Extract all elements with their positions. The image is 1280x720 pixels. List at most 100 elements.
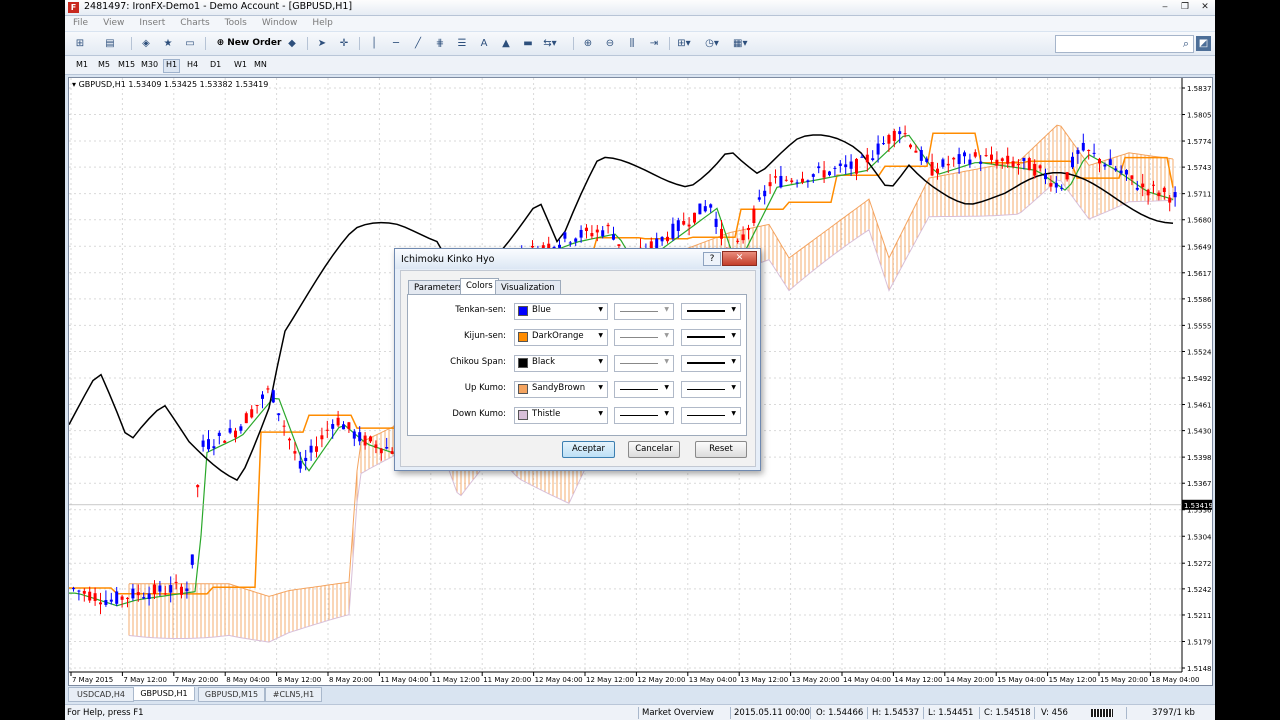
expert-advisors-icon[interactable]: ◆ <box>285 36 299 51</box>
candle-body <box>747 227 750 231</box>
candle-body <box>606 224 610 227</box>
chikou-span-color-select[interactable]: Black ▼ <box>514 355 608 372</box>
menu-item-window[interactable]: Window <box>262 16 298 31</box>
indicators-icon[interactable]: ⊞▾ <box>677 36 691 51</box>
price-tick-label: 1.55550 <box>1187 322 1212 330</box>
up-kumo-color-select[interactable]: SandyBrown ▼ <box>514 381 608 398</box>
arrows-icon[interactable]: ▬ <box>521 36 535 51</box>
terminal-icon[interactable]: ▭ <box>183 36 197 51</box>
candle-body <box>1103 164 1107 167</box>
down-kumo-style-select[interactable]: ▼ <box>614 407 674 424</box>
close-button[interactable]: ✕ <box>1198 1 1212 13</box>
minimize-button[interactable]: ‒ <box>1158 1 1172 13</box>
candle-body <box>212 446 216 449</box>
new-chart-icon[interactable]: ⊞ <box>73 36 87 51</box>
down-kumo-color-select[interactable]: Thistle ▼ <box>514 407 608 424</box>
kijun-sen-style-select[interactable]: ▼ <box>614 329 674 346</box>
menu-item-insert[interactable]: Insert <box>139 16 165 31</box>
profiles-icon[interactable]: ▤ <box>103 36 117 51</box>
dialog-help-button[interactable]: ? <box>703 252 721 266</box>
time-tick-label: 11 May 20:00 <box>483 676 531 684</box>
candle-body <box>703 206 707 212</box>
chart-shift-icon[interactable]: ⇥ <box>647 36 661 51</box>
shapes-dropdown-icon[interactable]: ⇆▾ <box>543 36 557 51</box>
time-tick-label: 14 May 12:00 <box>894 676 942 684</box>
ok-button[interactable]: Aceptar <box>562 441 615 458</box>
community-icon[interactable]: ◩ <box>1196 36 1211 51</box>
time-tick-label: 8 May 12:00 <box>278 676 322 684</box>
dialog-close-button[interactable]: ✕ <box>722 251 757 266</box>
timeframe-h4[interactable]: H4 <box>185 59 200 71</box>
up-kumo-label: Up Kumo: <box>464 383 506 393</box>
tenkan-sen-width-select[interactable]: ▼ <box>681 303 741 320</box>
timeframe-h1[interactable]: H1 <box>163 59 181 73</box>
time-tick-label: 11 May 04:00 <box>380 676 428 684</box>
timeframe-mn[interactable]: MN <box>252 59 269 71</box>
chikou-span-style-select[interactable]: ▼ <box>614 355 674 372</box>
cursor-icon[interactable]: ➤ <box>315 36 329 51</box>
trendline-icon[interactable]: ╱ <box>411 36 425 51</box>
text-icon[interactable]: A <box>477 36 491 51</box>
cancel-button[interactable]: Cancelar <box>628 441 680 458</box>
dialog-title-bar[interactable]: Ichimoku Kinko Hyo ? ✕ <box>395 249 760 269</box>
search-input[interactable]: ⌕ <box>1055 35 1194 53</box>
title-bar[interactable]: F 2481497: IronFX-Demo1 - Demo Account -… <box>65 0 1215 16</box>
candle-body <box>1130 175 1134 179</box>
menu-item-view[interactable]: View <box>103 16 124 31</box>
text-label-icon[interactable]: ▲ <box>499 36 513 51</box>
tenkan-sen-color-select[interactable]: Blue ▼ <box>514 303 608 320</box>
chart-tab[interactable]: GBPUSD,M15 <box>198 687 265 702</box>
up-kumo-width-select[interactable]: ▼ <box>681 381 741 398</box>
tab-visualization[interactable]: Visualization <box>495 280 561 295</box>
tile-windows-icon[interactable]: ⫼ <box>625 36 639 51</box>
candle-body <box>860 156 864 158</box>
tenkan-sen-style-select[interactable]: ▼ <box>614 303 674 320</box>
navigator-icon[interactable]: ★ <box>161 36 175 51</box>
fibonacci-icon[interactable]: ☰ <box>455 36 469 51</box>
vertical-line-icon[interactable]: │ <box>367 36 381 51</box>
zoom-in-icon[interactable]: ⊕ <box>581 36 595 51</box>
periods-icon[interactable]: ◷▾ <box>705 36 719 51</box>
kijun-sen-width-select[interactable]: ▼ <box>681 329 741 346</box>
crosshair-icon[interactable]: ✛ <box>337 36 351 51</box>
chart-tab[interactable]: GBPUSD,H1 <box>133 687 195 701</box>
menu-item-help[interactable]: Help <box>312 16 333 31</box>
search-icon[interactable]: ⌕ <box>1183 37 1189 51</box>
timeframe-m1[interactable]: M1 <box>74 59 90 71</box>
candle-body <box>196 485 200 488</box>
up-kumo-style-select[interactable]: ▼ <box>614 381 674 398</box>
down-kumo-width-select[interactable]: ▼ <box>681 407 741 424</box>
horizontal-line-icon[interactable]: ─ <box>389 36 403 51</box>
zoom-out-icon[interactable]: ⊖ <box>603 36 617 51</box>
kijun-sen-color-select[interactable]: DarkOrange ▼ <box>514 329 608 346</box>
candle-body <box>1157 192 1161 197</box>
tab-colors[interactable]: Colors <box>460 278 499 295</box>
timeframe-w1[interactable]: W1 <box>232 59 249 71</box>
time-tick-label: 8 May 20:00 <box>329 676 373 684</box>
timeframe-m30[interactable]: M30 <box>139 59 160 71</box>
timeframe-m5[interactable]: M5 <box>96 59 112 71</box>
menu-item-file[interactable]: File <box>73 16 88 31</box>
status-traffic: 3797/1 kb <box>1152 708 1195 718</box>
menu-item-tools[interactable]: Tools <box>225 16 247 31</box>
candle-body <box>185 588 189 592</box>
candle-body <box>271 390 275 403</box>
maximize-button[interactable]: ❐ <box>1178 1 1192 13</box>
candle-body <box>946 163 950 166</box>
templates-icon[interactable]: ▦▾ <box>733 36 747 51</box>
price-tick-label: 1.53045 <box>1187 533 1212 541</box>
candle-body <box>126 597 129 599</box>
menu-bar: FileViewInsertChartsToolsWindowHelp ‒ ❐ … <box>65 16 1215 42</box>
equidistant-channel-icon[interactable]: ⋕ <box>433 36 447 51</box>
chikou-span-width-select[interactable]: ▼ <box>681 355 741 372</box>
menu-item-charts[interactable]: Charts <box>180 16 209 31</box>
candle-body <box>1017 163 1020 166</box>
timeframe-d1[interactable]: D1 <box>208 59 223 71</box>
candle-body <box>752 208 756 224</box>
chart-tab[interactable]: #CLN5,H1 <box>265 687 322 702</box>
new-order-button[interactable]: ⊕ New Order <box>213 36 285 51</box>
timeframe-m15[interactable]: M15 <box>116 59 137 71</box>
reset-button[interactable]: Reset <box>695 441 747 458</box>
market-watch-icon[interactable]: ◈ <box>139 36 153 51</box>
chart-tab[interactable]: USDCAD,H4 <box>68 687 134 702</box>
